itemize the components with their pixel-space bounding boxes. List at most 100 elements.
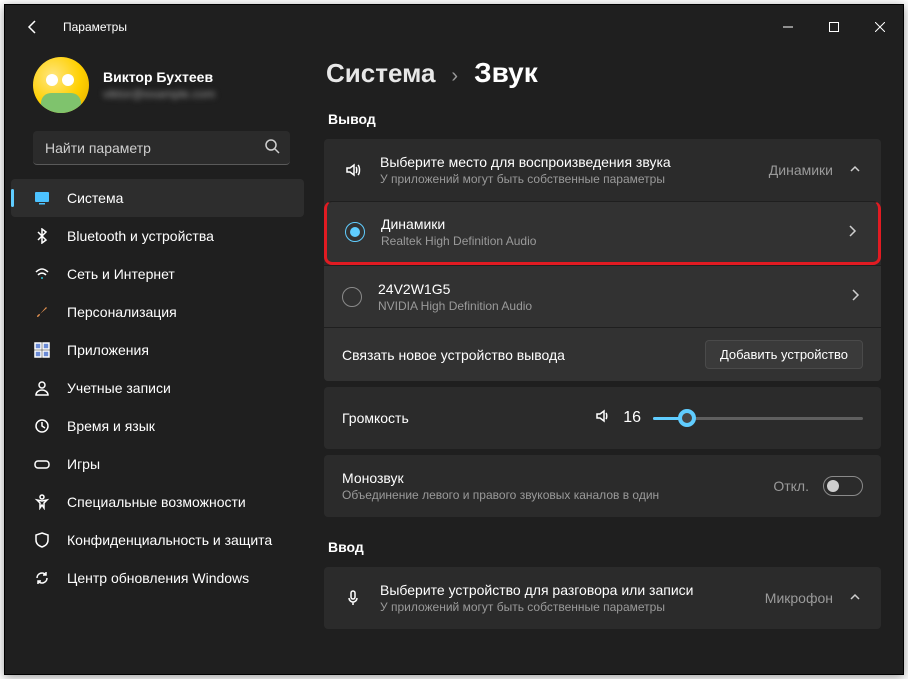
maximize-icon <box>829 22 839 32</box>
sidebar-item-label: Учетные записи <box>67 380 171 396</box>
sidebar-item-label: Центр обновления Windows <box>67 570 249 586</box>
bluetooth-icon <box>33 227 51 245</box>
sidebar-item-label: Конфиденциальность и защита <box>67 532 272 548</box>
speaker-icon[interactable] <box>595 408 611 429</box>
apps-icon <box>33 341 51 359</box>
minimize-button[interactable] <box>765 11 811 43</box>
close-icon <box>875 22 885 32</box>
pair-output-row: Связать новое устройство вывода Добавить… <box>324 327 881 381</box>
volume-value: 16 <box>623 409 641 427</box>
sidebar-item-system[interactable]: Система <box>11 179 304 217</box>
breadcrumb-parent[interactable]: Система <box>326 58 435 89</box>
device-driver: NVIDIA High Definition Audio <box>378 299 831 313</box>
avatar <box>33 57 89 113</box>
gamepad-icon <box>33 455 51 473</box>
sidebar-item-windows-update[interactable]: Центр обновления Windows <box>5 559 310 597</box>
microphone-icon <box>342 590 364 606</box>
page-title: Звук <box>474 57 538 89</box>
speaker-icon <box>342 162 364 178</box>
volume-row[interactable]: Громкость 16 <box>324 387 881 449</box>
pair-label: Связать новое устройство вывода <box>342 347 689 363</box>
sidebar-item-label: Специальные возможности <box>67 494 246 510</box>
sidebar-item-label: Игры <box>67 456 100 472</box>
sidebar-item-accessibility[interactable]: Специальные возможности <box>5 483 310 521</box>
person-icon <box>33 379 51 397</box>
volume-slider[interactable] <box>653 408 863 428</box>
main-content[interactable]: Система › Звук Вывод Выберите место для … <box>310 49 903 674</box>
chevron-up-icon <box>847 161 863 180</box>
search-icon <box>264 138 280 157</box>
current-output-device: Динамики <box>769 162 833 178</box>
sidebar-item-gaming[interactable]: Игры <box>5 445 310 483</box>
back-button[interactable] <box>13 7 53 47</box>
sidebar-item-apps[interactable]: Приложения <box>5 331 310 369</box>
accessibility-icon <box>33 493 51 511</box>
input-card: Выберите устройство для разговора или за… <box>324 567 881 629</box>
sidebar-nav: Система Bluetooth и устройства Сеть и Ин… <box>5 179 310 674</box>
section-heading-input: Ввод <box>328 539 881 555</box>
add-device-button[interactable]: Добавить устройство <box>705 340 863 369</box>
slider-thumb[interactable] <box>678 409 696 427</box>
close-button[interactable] <box>857 11 903 43</box>
chevron-up-icon <box>847 589 863 608</box>
profile-block[interactable]: Виктор Бухтеев viktor@example.com <box>5 57 310 131</box>
section-heading-output: Вывод <box>328 111 881 127</box>
arrow-left-icon <box>25 19 41 35</box>
sidebar-item-label: Сеть и Интернет <box>67 266 175 282</box>
sidebar-item-label: Bluetooth и устройства <box>67 228 214 244</box>
display-icon <box>33 189 51 207</box>
maximize-button[interactable] <box>811 11 857 43</box>
sidebar-item-bluetooth[interactable]: Bluetooth и устройства <box>5 217 310 255</box>
sidebar-item-personalization[interactable]: Персонализация <box>5 293 310 331</box>
breadcrumb: Система › Звук <box>326 57 881 89</box>
device-driver: Realtek High Definition Audio <box>381 234 828 248</box>
output-choose-row[interactable]: Выберите место для воспроизведения звука… <box>324 139 881 201</box>
output-device-monitor[interactable]: 24V2W1G5 NVIDIA High Definition Audio <box>324 265 881 327</box>
output-card: Выберите место для воспроизведения звука… <box>324 139 881 381</box>
sidebar-item-label: Приложения <box>67 342 149 358</box>
shield-icon <box>33 531 51 549</box>
window-controls <box>765 11 903 43</box>
mono-card: Монозвук Объединение левого и правого зв… <box>324 455 881 517</box>
sidebar-item-label: Персонализация <box>67 304 177 320</box>
row-subtitle: У приложений могут быть собственные пара… <box>380 172 753 186</box>
sidebar-item-accounts[interactable]: Учетные записи <box>5 369 310 407</box>
wifi-icon <box>33 265 51 283</box>
input-choose-row[interactable]: Выберите устройство для разговора или за… <box>324 567 881 629</box>
toggle-state-label: Откл. <box>773 478 809 494</box>
minimize-icon <box>783 22 793 32</box>
search-input[interactable] <box>43 139 264 157</box>
update-icon <box>33 569 51 587</box>
sidebar-item-privacy[interactable]: Конфиденциальность и защита <box>5 521 310 559</box>
device-name: 24V2W1G5 <box>378 281 831 297</box>
radio-unselected[interactable] <box>342 287 362 307</box>
current-input-device: Микрофон <box>765 590 833 606</box>
profile-name: Виктор Бухтеев <box>103 69 215 85</box>
mono-row[interactable]: Монозвук Объединение левого и правого зв… <box>324 455 881 517</box>
app-title: Параметры <box>63 20 127 34</box>
mono-toggle[interactable] <box>823 476 863 496</box>
mono-title: Монозвук <box>342 470 757 486</box>
sidebar-item-label: Время и язык <box>67 418 155 434</box>
sidebar: Виктор Бухтеев viktor@example.com Систем… <box>5 49 310 674</box>
output-device-speakers[interactable]: Динамики Realtek High Definition Audio <box>324 201 881 265</box>
radio-selected[interactable] <box>345 222 365 242</box>
brush-icon <box>33 303 51 321</box>
search-box[interactable] <box>33 131 290 165</box>
row-title: Выберите место для воспроизведения звука <box>380 154 753 170</box>
chevron-right-icon <box>844 223 860 242</box>
chevron-right-icon: › <box>451 65 458 88</box>
volume-label: Громкость <box>342 410 409 426</box>
device-name: Динамики <box>381 216 828 232</box>
profile-email: viktor@example.com <box>103 87 215 101</box>
sidebar-item-time-language[interactable]: Время и язык <box>5 407 310 445</box>
settings-window: Параметры Виктор Бухтеев viktor@example.… <box>4 4 904 675</box>
titlebar: Параметры <box>5 5 903 49</box>
clock-globe-icon <box>33 417 51 435</box>
volume-card: Громкость 16 <box>324 387 881 449</box>
sidebar-item-label: Система <box>67 190 123 206</box>
sidebar-item-network[interactable]: Сеть и Интернет <box>5 255 310 293</box>
mono-subtitle: Объединение левого и правого звуковых ка… <box>342 488 757 502</box>
chevron-right-icon <box>847 287 863 306</box>
row-subtitle: У приложений могут быть собственные пара… <box>380 600 749 614</box>
